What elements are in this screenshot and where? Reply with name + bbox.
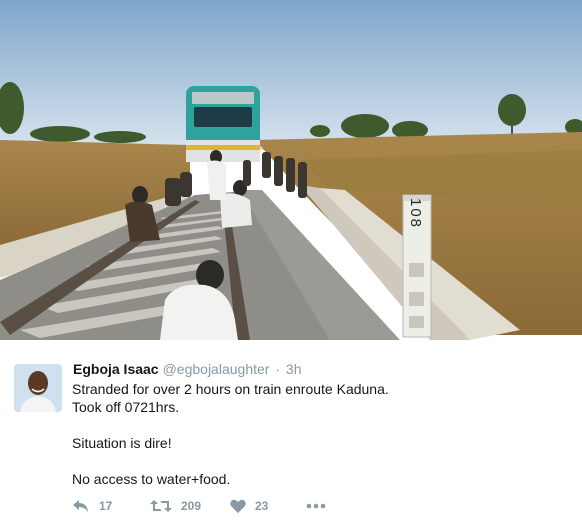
line-break (72, 452, 562, 470)
avatar[interactable] (14, 364, 62, 412)
tweet-photo[interactable]: 108 (0, 0, 582, 340)
separator-dot: · (275, 361, 281, 377)
tweet-text: Stranded for over 2 hours on train enrou… (72, 380, 562, 488)
more-icon (306, 503, 326, 509)
tweet-line: Took off 0721hrs. (72, 399, 180, 415)
reply-icon (73, 500, 88, 512)
milepost-label: 108 (407, 198, 424, 229)
tweet-line: Stranded for over 2 hours on train enrou… (72, 381, 389, 397)
reply-count: 17 (99, 499, 113, 513)
tweet-line: Situation is dire! (72, 435, 172, 451)
avatar-image (14, 364, 62, 412)
tweet-actions: 17 209 23 (72, 499, 336, 513)
retweet-button[interactable]: 209 (150, 499, 230, 513)
like-count: 23 (255, 499, 269, 513)
more-button[interactable] (306, 503, 336, 509)
tweet: Egboja Isaac @egbojalaughter · 3h Strande… (0, 340, 582, 523)
reply-button[interactable]: 17 (72, 499, 150, 513)
tweet-header: Egboja Isaac @egbojalaughter · 3h (73, 361, 301, 377)
timestamp[interactable]: 3h (286, 361, 302, 377)
line-break (72, 416, 562, 434)
author-name[interactable]: Egboja Isaac (73, 361, 159, 377)
like-button[interactable]: 23 (230, 499, 306, 513)
tweet-line: No access to water+food. (72, 471, 231, 487)
retweet-count: 209 (181, 499, 202, 513)
author-handle[interactable]: @egbojalaughter (163, 361, 270, 377)
retweet-icon (150, 500, 172, 512)
heart-icon (230, 499, 246, 513)
railway-scene-image: 108 (0, 0, 582, 340)
